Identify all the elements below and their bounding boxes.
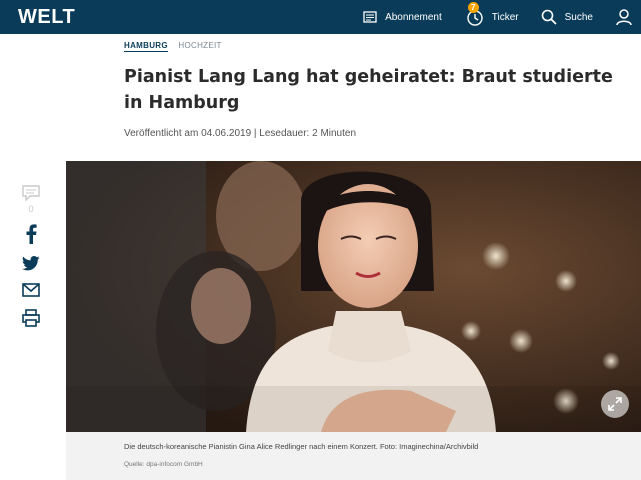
expand-image-button[interactable]: [601, 390, 629, 418]
top-navigation-bar: WELT Abonnement 7 Ticker Suche: [0, 0, 641, 34]
breadcrumb-hamburg[interactable]: HAMBURG: [124, 41, 168, 52]
ticker-badge: 7: [467, 2, 479, 13]
photo-source: Quelle: dpa-infocom GmbH: [124, 461, 203, 468]
expand-icon: [608, 397, 622, 411]
article-headline: Pianist Lang Lang hat geheiratet: Braut …: [124, 67, 613, 113]
header-nav: Abonnement 7 Ticker Suche: [363, 0, 641, 34]
twitter-icon[interactable]: [22, 256, 40, 271]
pianist-photo-illustration: [66, 161, 641, 432]
comment-count: 0: [28, 204, 34, 214]
photo-caption-box: Die deutsch-koreanische Pianistin Gina A…: [66, 432, 641, 480]
breadcrumb: HAMBURG HOCHZEIT: [124, 41, 222, 52]
nav-account[interactable]: [615, 8, 641, 26]
print-icon[interactable]: [22, 309, 40, 327]
user-icon: [616, 9, 632, 26]
nav-ticker[interactable]: 7 Ticker: [464, 2, 519, 27]
welt-logo[interactable]: WELT: [18, 6, 75, 29]
newspaper-icon: [363, 11, 377, 23]
breadcrumb-hochzeit[interactable]: HOCHZEIT: [178, 41, 221, 50]
nav-suche[interactable]: Suche: [541, 9, 593, 25]
facebook-icon[interactable]: [24, 224, 38, 244]
share-bar: 0: [20, 184, 42, 339]
photo-caption: Die deutsch-koreanische Pianistin Gina A…: [124, 442, 479, 451]
article-meta: Veröffentlicht am 04.06.2019 | Lesedauer…: [124, 128, 357, 139]
search-icon: [541, 9, 557, 25]
nav-abonnement[interactable]: Abonnement: [363, 11, 442, 23]
article-photo[interactable]: [66, 161, 641, 432]
comment-icon[interactable]: [21, 184, 41, 202]
nav-suche-label: Suche: [564, 11, 593, 23]
nav-ticker-label: Ticker: [491, 11, 519, 23]
email-icon[interactable]: [22, 283, 40, 297]
nav-abonnement-label: Abonnement: [385, 11, 442, 23]
